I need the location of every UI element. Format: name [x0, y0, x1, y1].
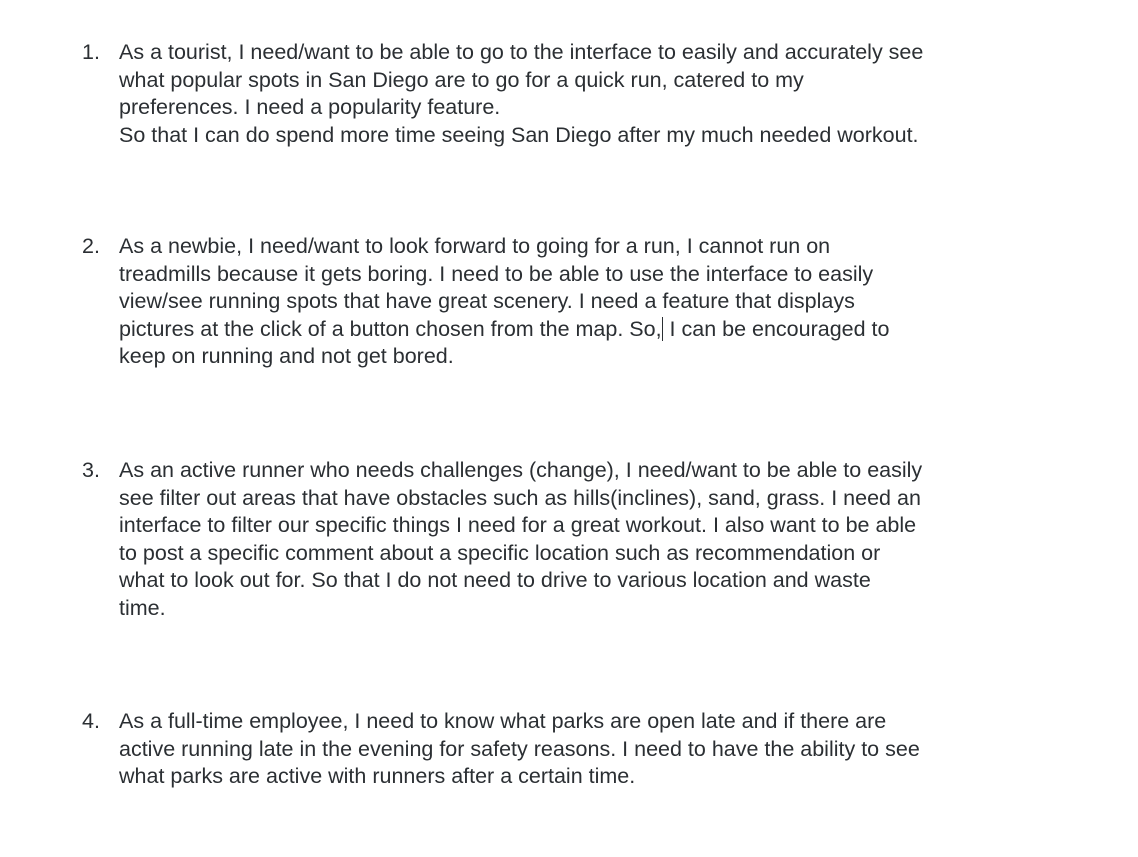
text-line: So that I can do spend more time seeing …	[119, 122, 919, 147]
text-line: what parks are active with runners after…	[119, 764, 636, 789]
text-before-caret: pictures at the click of a button chosen…	[119, 316, 662, 341]
list-number: 2.	[82, 234, 100, 258]
text-line: keep on running and not get bored.	[119, 344, 454, 369]
text-line: As an active runner who needs challenges…	[119, 458, 923, 482]
list-number: 4.	[82, 709, 100, 733]
list-number: 3.	[82, 458, 100, 482]
text-line: As a tourist, I need/want to be able to …	[119, 40, 924, 64]
text-line: what to look out for. So that I do not n…	[119, 568, 871, 593]
text-line: see filter out areas that have obstacles…	[119, 485, 921, 510]
text-line: time.	[119, 595, 166, 620]
text-after-caret: I can be encouraged to	[663, 316, 890, 341]
text-line: treadmills because it gets boring. I nee…	[119, 261, 874, 286]
story-text[interactable]: As a newbie, I need/want to look forward…	[119, 233, 1029, 371]
text-line: what popular spots in San Diego are to g…	[119, 67, 804, 92]
text-line: view/see running spots that have great s…	[119, 289, 855, 314]
text-line: active running late in the evening for s…	[119, 736, 920, 761]
story-text[interactable]: As a tourist, I need/want to be able to …	[119, 39, 1029, 149]
text-line: preferences. I need a popularity feature…	[119, 95, 501, 120]
text-cursor	[661, 316, 663, 341]
text-line: interface to filter our specific things …	[119, 513, 917, 538]
text-line: As a full-time employee, I need to know …	[119, 709, 887, 733]
document-page: 1. As a tourist, I need/want to be able …	[0, 0, 1138, 857]
text-line-with-caret: pictures at the click of a button chosen…	[119, 316, 1029, 344]
story-text[interactable]: As a full-time employee, I need to know …	[119, 708, 1029, 791]
story-text[interactable]: As an active runner who needs challenges…	[119, 457, 1029, 623]
list-number: 1.	[82, 40, 100, 64]
text-line: to post a specific comment about a speci…	[119, 540, 881, 565]
text-line: As a newbie, I need/want to look forward…	[119, 234, 831, 258]
